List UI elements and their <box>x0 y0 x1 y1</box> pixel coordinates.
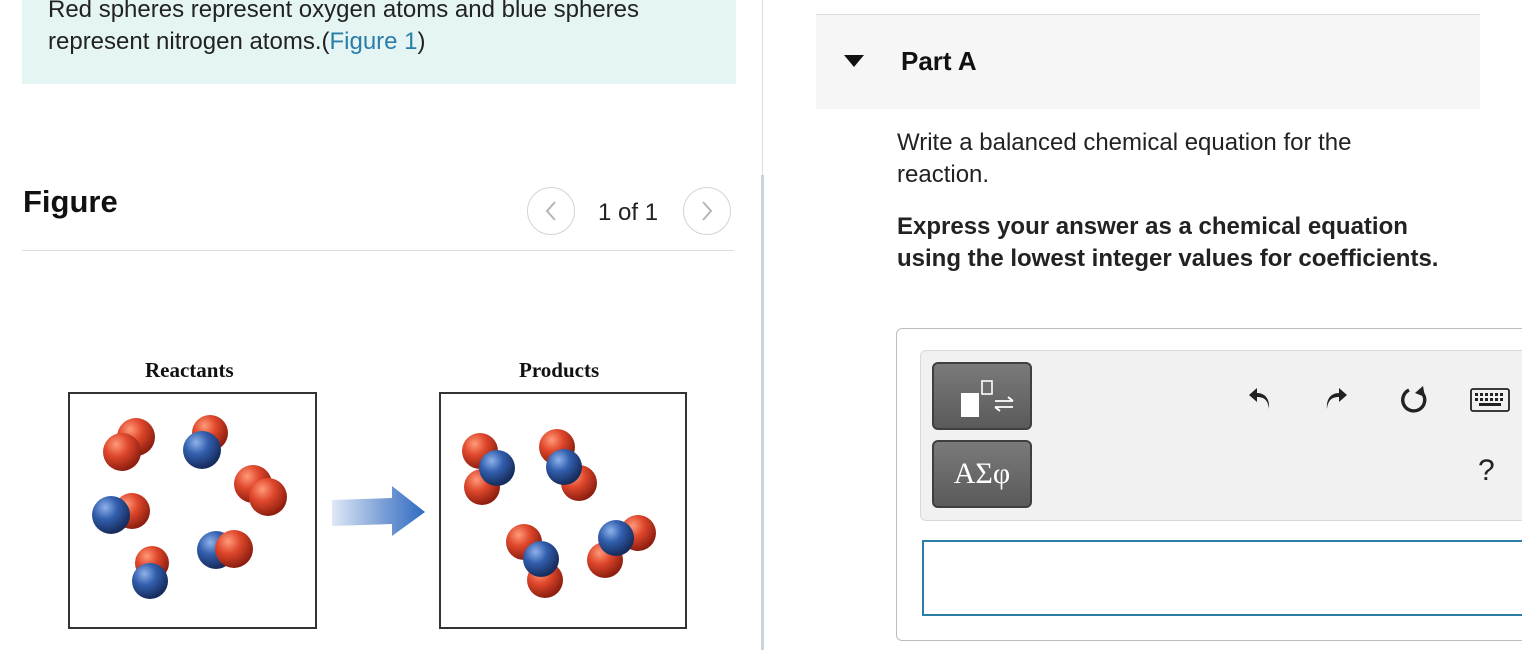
reaction-figure <box>68 392 687 629</box>
keyboard-button[interactable] <box>1468 380 1512 420</box>
products-box <box>439 392 687 629</box>
keyboard-icon <box>1470 388 1510 412</box>
templates-button[interactable] <box>932 362 1032 430</box>
greek-symbols-button[interactable]: ΑΣφ <box>932 440 1032 508</box>
no-molecule <box>197 530 253 569</box>
reset-icon <box>1401 386 1427 413</box>
redo-button[interactable] <box>1316 378 1356 418</box>
reset-button[interactable] <box>1394 380 1434 420</box>
undo-icon <box>1249 388 1270 409</box>
column-scroll-divider[interactable] <box>761 175 764 650</box>
reaction-arrow <box>332 486 425 536</box>
caret-down-icon[interactable] <box>844 55 864 67</box>
part-a-title[interactable]: Part A <box>901 46 977 77</box>
question-text: Write a balanced chemical equation for t… <box>897 129 1352 188</box>
column-divider-top <box>762 0 763 175</box>
answer-instruction: Express your answer as a chemical equati… <box>897 213 1439 272</box>
templates-icon <box>961 380 1014 417</box>
redo-icon <box>1326 388 1347 409</box>
help-button[interactable]: ? <box>1478 454 1495 488</box>
undo-button[interactable] <box>1240 378 1280 418</box>
answer-input[interactable] <box>922 540 1522 616</box>
